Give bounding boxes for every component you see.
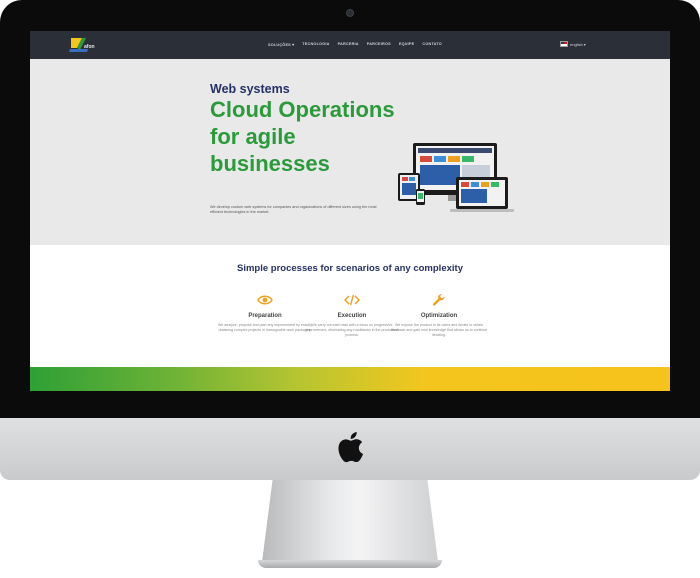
- feature-execution: Execution We carry out each task with a …: [302, 293, 402, 338]
- main-menu: Soluções ▾ Tecnologia Parceria Parceiros…: [268, 42, 442, 47]
- screen: afon Soluções ▾ Tecnologia Parceria Parc…: [30, 31, 670, 391]
- feature-title: Execution: [337, 313, 367, 319]
- eye-icon: [257, 295, 273, 305]
- us-flag-icon: [560, 41, 568, 47]
- menu-item-team[interactable]: Equipe: [399, 42, 415, 47]
- camera-dot: [346, 9, 354, 17]
- feature-title: Preparation: [248, 313, 282, 319]
- wrench-icon: [432, 293, 445, 306]
- feature-description: We expose the product to its users and i…: [390, 323, 488, 337]
- monitor-stand-base: [258, 560, 442, 568]
- monitor-stand: [262, 480, 438, 562]
- apple-logo-icon: [338, 431, 364, 463]
- top-navbar: afon Soluções ▾ Tecnologia Parceria Parc…: [30, 31, 670, 59]
- language-label: english ▾: [570, 41, 586, 47]
- feature-preparation: Preparation We analyze, propose and plan…: [215, 293, 315, 333]
- code-icon: [344, 294, 360, 306]
- devices-illustration: [398, 143, 514, 212]
- menu-item-contact[interactable]: Contato: [422, 42, 442, 47]
- feature-title: Optimization: [420, 313, 458, 319]
- brand-name[interactable]: afon: [84, 44, 95, 50]
- hero-section: Web systems Cloud Operations for agile b…: [30, 59, 670, 245]
- feature-description: We analyze, propose and plan any improve…: [217, 323, 313, 332]
- menu-item-partnership[interactable]: Parceria: [338, 42, 359, 47]
- hero-headline: Cloud Operations for agile businesses: [210, 97, 395, 176]
- feature-optimization: Optimization We expose the product to it…: [389, 293, 489, 338]
- menu-item-technology[interactable]: Tecnologia: [302, 42, 329, 47]
- process-section-title: Simple processes for scenarios of any co…: [237, 263, 463, 274]
- hero-description: We develop custom web systems for compan…: [210, 205, 377, 214]
- footer-gradient-bar: [30, 367, 670, 391]
- feature-description: We carry out each task with a focus on p…: [305, 323, 399, 337]
- menu-item-partners[interactable]: Parceiros: [367, 42, 391, 47]
- language-selector[interactable]: english ▾: [560, 41, 586, 47]
- menu-item-solutions[interactable]: Soluções ▾: [268, 42, 294, 47]
- hero-kicker: Web systems: [210, 82, 290, 96]
